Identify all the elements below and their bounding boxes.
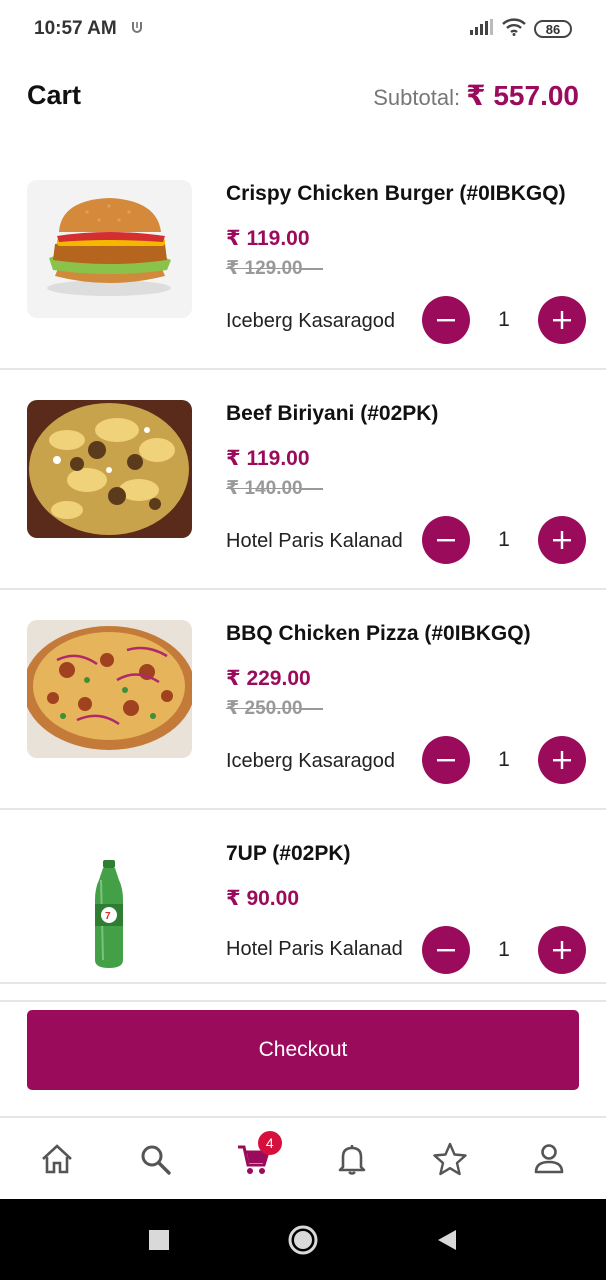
decrease-quantity-button[interactable] [422,296,470,344]
nav-home[interactable] [27,1129,87,1189]
plus-icon [553,311,571,329]
u-shield-icon [131,21,143,38]
decrease-quantity-button[interactable] [422,926,470,974]
increase-quantity-button[interactable] [538,296,586,344]
plus-icon [553,941,571,959]
quantity-value: 1 [498,938,510,961]
cart-header: Cart Subtotal: ₹ 557.00 [0,66,606,124]
item-original-price: ₹ 250.00 [226,697,323,720]
item-price: ₹ 119.00 [226,447,310,470]
bottom-navigation: 4 [0,1116,606,1199]
home-icon [42,1143,73,1173]
nav-favorites[interactable] [420,1129,480,1189]
subtotal-value: ₹ 557.00 [466,79,579,111]
checkout-button[interactable]: Checkout [27,1010,579,1090]
home-system-button[interactable] [281,1218,325,1262]
plus-icon [553,751,571,769]
recent-apps-button[interactable] [137,1218,181,1262]
item-store: Iceberg Kasaragod [226,750,396,772]
bell-icon [338,1144,366,1175]
page-title: Cart [27,79,82,110]
cart-item[interactable]: 7 7UP (#02PK) ₹ 90.00 Hotel Paris Kalana… [0,810,606,1002]
item-name[interactable]: BBQ Chicken Pizza (#0IBKGQ) [226,622,586,646]
pizza-image[interactable] [27,620,192,758]
item-name[interactable]: Crispy Chicken Burger (#0IBKGQ) [226,182,586,206]
quantity-stepper: 1 [422,736,586,784]
quantity-value: 1 [498,748,510,771]
item-store: Iceberg Kasaragod [226,310,396,332]
item-price: ₹ 119.00 [226,227,310,250]
soda-bottle-image[interactable]: 7 [27,840,192,978]
subtotal-label: Subtotal: [373,84,461,110]
minus-icon [437,539,455,542]
item-price: ₹ 90.00 [226,887,299,910]
minus-icon [437,949,455,952]
star-icon [433,1142,468,1175]
cart-list: Crispy Chicken Burger (#0IBKGQ) ₹ 119.00… [0,150,606,1002]
wifi-icon [502,17,526,41]
plus-icon [553,531,571,549]
item-original-price: ₹ 129.00 [226,257,323,280]
cart-item[interactable]: Crispy Chicken Burger (#0IBKGQ) ₹ 119.00… [0,150,606,370]
nav-notifications[interactable] [322,1129,382,1189]
quantity-stepper: 1 [422,516,586,564]
checkout-bar: Checkout [0,982,606,1116]
status-bar: 10:57 AM 86 [0,0,606,58]
nav-search[interactable] [125,1129,185,1189]
minus-icon [437,759,455,762]
item-price: ₹ 229.00 [226,667,311,690]
quantity-value: 1 [498,308,510,331]
signal-icon [470,18,494,40]
nav-profile[interactable] [519,1129,579,1189]
search-icon [141,1145,172,1175]
back-triangle-icon [438,1229,456,1250]
decrease-quantity-button[interactable] [422,736,470,784]
burger-image[interactable] [27,180,192,318]
increase-quantity-button[interactable] [538,926,586,974]
back-button[interactable] [425,1218,469,1262]
cart-count-badge: 4 [257,1130,282,1155]
item-original-price: ₹ 140.00 [226,477,323,500]
subtotal: Subtotal: ₹ 557.00 [373,79,579,112]
circle-icon [288,1225,318,1254]
quantity-value: 1 [498,528,510,551]
cart-item[interactable]: BBQ Chicken Pizza (#0IBKGQ) ₹ 229.00 ₹ 2… [0,590,606,810]
decrease-quantity-button[interactable] [422,516,470,564]
biriyani-image[interactable] [27,400,192,538]
cart-item[interactable]: Beef Biriyani (#02PK) ₹ 119.00 ₹ 140.00 … [0,370,606,590]
minus-icon [437,319,455,322]
battery-indicator: 86 [534,20,572,38]
square-icon [149,1229,169,1250]
item-name[interactable]: Beef Biriyani (#02PK) [226,402,586,426]
quantity-stepper: 1 [422,926,586,974]
nav-cart[interactable]: 4 [224,1129,284,1189]
user-icon [534,1143,564,1173]
item-name[interactable]: 7UP (#02PK) [226,842,586,866]
status-time: 10:57 AM [34,18,117,39]
svg-text:7: 7 [105,911,111,922]
quantity-stepper: 1 [422,296,586,344]
system-navigation-bar [0,1199,606,1280]
increase-quantity-button[interactable] [538,516,586,564]
item-store: Hotel Paris Kalanad [226,938,403,960]
item-store: Hotel Paris Kalanad [226,530,403,552]
increase-quantity-button[interactable] [538,736,586,784]
